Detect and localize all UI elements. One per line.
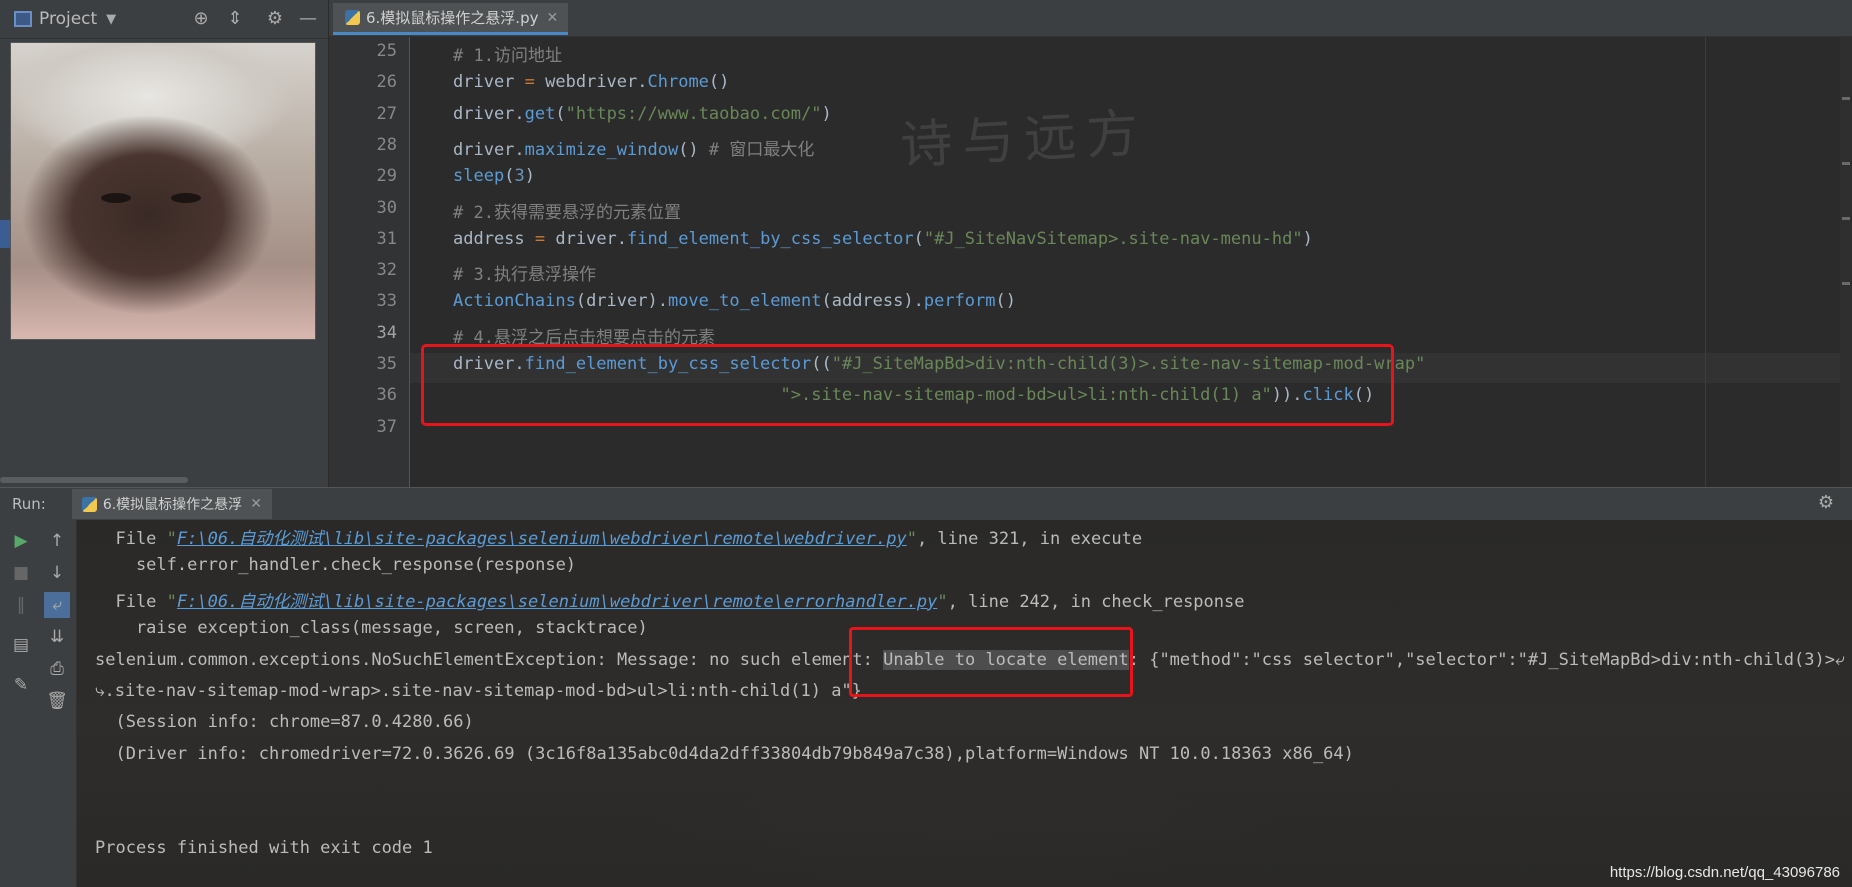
console-line: Process finished with exit code 1 (95, 838, 433, 858)
code-line[interactable]: driver.get("https://www.taobao.com/") (453, 104, 832, 124)
gear-icon[interactable]: ⚙ (264, 8, 286, 30)
red-highlight-box-console (849, 627, 1133, 697)
project-title[interactable]: Project (39, 9, 97, 29)
line-number: 31 (376, 228, 397, 249)
code-line[interactable]: address = driver.find_element_by_css_sel… (453, 229, 1313, 249)
chevron-down-icon[interactable]: ▼ (106, 12, 116, 27)
line-number: 30 (376, 197, 397, 218)
line-number: 32 (376, 260, 397, 281)
photo-overlay (10, 42, 316, 340)
scroll-to-end-icon[interactable]: ⇊ (44, 624, 70, 650)
console-line: ⤷.site-nav-sitemap-mod-wrap>.site-nav-si… (95, 681, 862, 701)
run-icon[interactable]: ▶ (8, 528, 34, 554)
code-line[interactable]: sleep(3) (453, 166, 535, 186)
close-icon[interactable]: ✕ (546, 10, 558, 26)
console-output[interactable]: File "F:\06.自动化测试\lib\site-packages\sele… (77, 520, 1852, 887)
code-line[interactable]: driver.maximize_window() # 窗口最大化 (453, 135, 814, 160)
run-tab-label: 6.模拟鼠标操作之悬浮 (102, 497, 243, 513)
code-line[interactable]: # 3.执行悬浮操作 (453, 260, 596, 285)
red-highlight-box-code (421, 344, 1394, 426)
console-line: File "F:\06.自动化测试\lib\site-packages\sele… (95, 591, 1245, 612)
console-line: (Session info: chrome=87.0.4280.66) (95, 712, 474, 733)
line-number: 27 (376, 103, 397, 124)
close-icon[interactable]: ✕ (250, 496, 262, 512)
python-file-icon (345, 10, 360, 25)
print-icon[interactable]: ⎙ (44, 656, 70, 682)
minimize-icon[interactable]: — (297, 8, 319, 30)
selection-marker (0, 220, 10, 248)
scroll-marker (1842, 162, 1850, 165)
scroll-marker (1842, 217, 1850, 220)
line-number: 36 (376, 385, 397, 406)
code-line[interactable]: # 1.访问地址 (453, 41, 562, 66)
arrow-down-icon[interactable]: ↓ (44, 560, 70, 586)
project-header: Project ▼ ⊕ ⇕ ⚙ — (0, 0, 328, 39)
editor-tab[interactable]: 6.模拟鼠标操作之悬浮.py ✕ (333, 3, 569, 35)
trash-icon[interactable]: 🗑 (44, 688, 70, 714)
line-number: 25 (376, 41, 397, 61)
pause-icon[interactable]: ‖ (8, 592, 34, 618)
run-header: Run: 6.模拟鼠标操作之悬浮 ✕ ⚙ (0, 487, 1852, 521)
editor-scrollbar[interactable] (1840, 37, 1852, 487)
editor-tab-label: 6.模拟鼠标操作之悬浮.py (366, 9, 539, 27)
scroll-marker (1842, 97, 1850, 100)
line-number: 29 (376, 166, 397, 187)
code-line[interactable]: driver = webdriver.Chrome() (453, 72, 729, 92)
code-line[interactable]: ActionChains(driver).move_to_element(add… (453, 291, 1016, 311)
crosshair-icon[interactable]: ⊕ (190, 8, 212, 30)
editor-tab-bar: 6.模拟鼠标操作之悬浮.py ✕ (329, 0, 1852, 37)
line-number: 28 (376, 134, 397, 155)
pin-icon[interactable]: ✎ (8, 672, 34, 698)
run-tab[interactable]: 6.模拟鼠标操作之悬浮 ✕ (71, 489, 272, 519)
line-number: 34 (376, 322, 397, 343)
run-label: Run: (12, 495, 46, 513)
project-icon (14, 11, 32, 27)
console-line: raise exception_class(message, screen, s… (95, 618, 648, 639)
run-toolbar: ▶ ↑ ■ ↓ ‖ ⤶ ⇊ ▤ ⎙ ✎ 🗑 (0, 520, 77, 887)
console-line: (Driver info: chromedriver=72.0.3626.69 … (95, 743, 1354, 764)
console-line: File "F:\06.自动化测试\lib\site-packages\sele… (95, 529, 1143, 549)
soft-wrap-icon[interactable]: ⤶ (44, 592, 70, 618)
horizontal-scrollbar[interactable] (0, 477, 188, 483)
gear-icon[interactable]: ⚙ (1818, 492, 1834, 513)
line-number: 35 (376, 354, 397, 374)
code-line[interactable]: # 2.获得需要悬浮的元素位置 (453, 198, 681, 223)
stop-icon[interactable]: ■ (8, 560, 34, 586)
line-number: 33 (376, 291, 397, 312)
layout-icon[interactable]: ▤ (8, 632, 34, 658)
line-number-gutter: 25 26 27 28 29 30 31 32 33 34 35 36 37 (329, 37, 410, 487)
watermark-text: 诗与远方 (898, 103, 1150, 177)
scroll-marker (1842, 282, 1850, 285)
arrow-up-icon[interactable]: ↑ (44, 528, 70, 554)
project-tool-window: Project ▼ ⊕ ⇕ ⚙ — (0, 0, 329, 487)
collapse-icon[interactable]: ⇕ (224, 8, 246, 30)
right-margin-guide (1705, 37, 1706, 487)
console-line: self.error_handler.check_response(respon… (95, 555, 577, 576)
python-file-icon (81, 496, 97, 512)
watermark-url: https://blog.csdn.net/qq_43096786 (1609, 864, 1840, 881)
line-number: 26 (376, 72, 397, 93)
line-number: 37 (376, 416, 397, 437)
